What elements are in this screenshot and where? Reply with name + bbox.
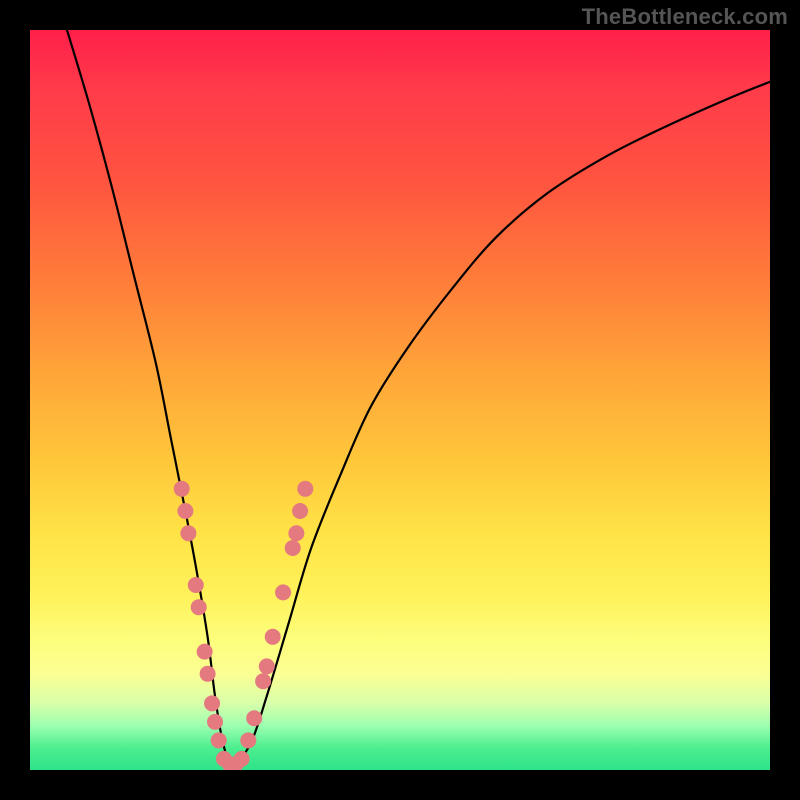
highlight-dot: [255, 673, 271, 689]
highlight-dot: [204, 695, 220, 711]
highlight-dot: [188, 577, 204, 593]
watermark-text: TheBottleneck.com: [582, 4, 788, 30]
highlight-dot: [265, 629, 281, 645]
bottleneck-curve: [67, 30, 770, 765]
highlight-dot: [180, 525, 196, 541]
curve-layer: [30, 30, 770, 770]
highlight-dot: [211, 732, 227, 748]
highlight-dot: [246, 710, 262, 726]
highlight-dot: [297, 481, 313, 497]
chart-container: TheBottleneck.com: [0, 0, 800, 800]
highlight-dot: [197, 644, 213, 660]
highlight-dot: [259, 658, 275, 674]
plot-area: [30, 30, 770, 770]
highlight-dot: [275, 584, 291, 600]
highlight-dot: [288, 525, 304, 541]
highlight-dot: [174, 481, 190, 497]
highlight-dot: [177, 503, 193, 519]
highlight-dot: [207, 714, 223, 730]
highlight-dot: [234, 751, 250, 767]
highlight-dot: [200, 666, 216, 682]
highlight-dot: [285, 540, 301, 556]
highlight-dot: [292, 503, 308, 519]
highlight-dot: [191, 599, 207, 615]
highlight-dots: [174, 481, 314, 770]
highlight-dot: [240, 732, 256, 748]
